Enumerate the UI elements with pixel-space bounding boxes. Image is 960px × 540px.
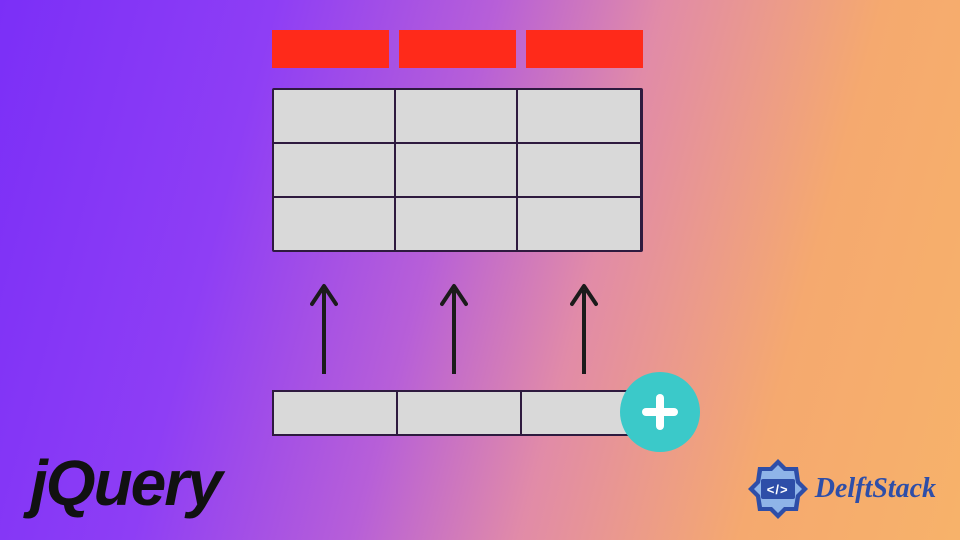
table-cell [518,198,640,250]
table-cell [396,198,518,250]
jquery-logo-text: jQuery [30,447,221,519]
table-cell [396,144,518,196]
table-cell [396,90,518,142]
table-row [274,90,641,142]
delftstack-logo: </> DelftStack [747,458,936,520]
table-cell [274,144,396,196]
table-header-cell [526,30,643,68]
table-row [274,198,641,250]
table-cell [518,144,640,196]
delftstack-code-glyph: </> [761,479,795,499]
table-header-cell [272,30,389,68]
arrow-up-icon [440,280,468,376]
table-cell [518,90,640,142]
table-body [272,88,643,252]
delftstack-name: DelftStack [815,473,936,505]
table-illustration [272,30,643,252]
new-row-cell [398,392,522,434]
arrows-group [310,280,598,376]
delftstack-emblem-icon: </> [747,458,809,520]
table-cell [274,198,396,250]
table-row [274,144,641,196]
add-row-icon [620,372,700,452]
table-cell [274,90,396,142]
arrow-up-icon [310,280,338,376]
new-row-cell [274,392,398,434]
arrow-up-icon [570,280,598,376]
new-row [272,390,648,436]
table-header-row [272,30,643,68]
jquery-logo: jQuery [30,446,221,520]
table-header-cell [399,30,516,68]
